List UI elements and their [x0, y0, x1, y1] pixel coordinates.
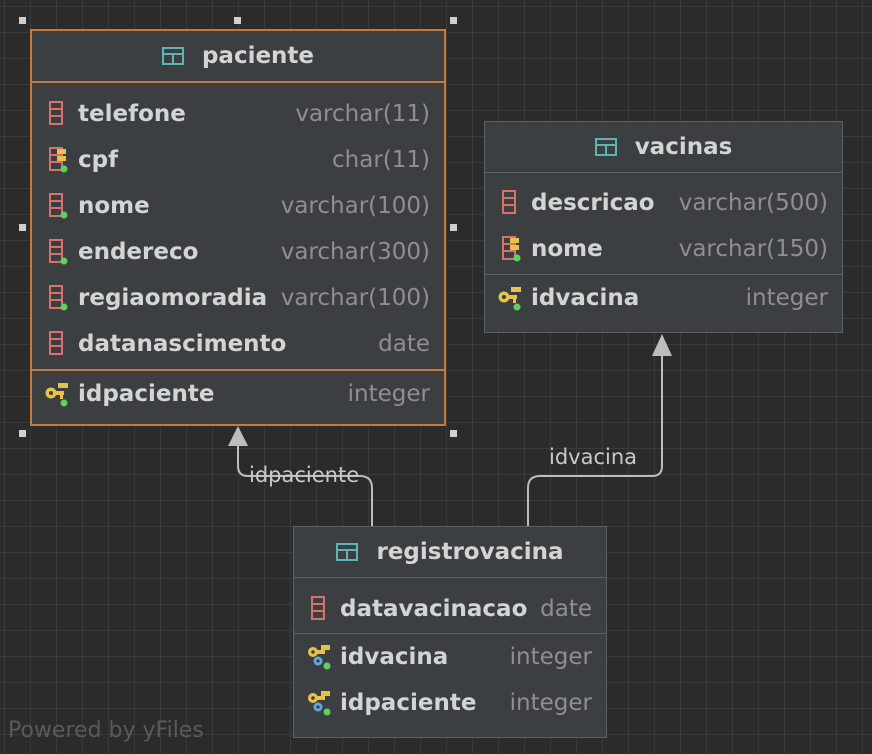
column-type: integer: [347, 381, 430, 407]
edge-idpaciente-arrowhead: [228, 426, 248, 446]
foreign-key-icon: [308, 691, 331, 716]
table-icon: [161, 47, 184, 65]
column-name: nome: [78, 193, 150, 219]
powered-by-watermark: Powered by yFiles: [8, 718, 204, 743]
edge-idvacina[interactable]: [527, 352, 663, 526]
column-name: endereco: [78, 239, 199, 265]
table-vacinas[interactable]: vacinas descricao varchar(500) nome varc…: [484, 121, 843, 333]
edge-label-idpaciente: idpaciente: [249, 463, 360, 487]
edge-label-idvacina: idvacina: [549, 445, 638, 469]
column-row-descricao[interactable]: descricao varchar(500): [485, 180, 842, 226]
primary-key-icon: [45, 383, 68, 407]
column-icon: [502, 190, 516, 214]
table-title: vacinas: [634, 134, 733, 160]
selection-handle[interactable]: [450, 430, 457, 437]
column-type: date: [540, 596, 592, 622]
column-row-regiaomoradia[interactable]: regiaomoradia varchar(100): [32, 275, 444, 321]
edge-idvacina-arrowhead: [652, 334, 672, 356]
table-paciente[interactable]: paciente telefone varchar(11) cpf char(1…: [30, 29, 446, 426]
column-type: varchar(11): [295, 101, 430, 127]
selection-handle[interactable]: [19, 430, 26, 437]
table-icon: [336, 543, 359, 561]
column-type: varchar(100): [280, 193, 430, 219]
selection-handle[interactable]: [450, 224, 457, 231]
column-row-endereco[interactable]: endereco varchar(300): [32, 229, 444, 275]
column-type: char(11): [332, 147, 430, 173]
column-name: datavacinacao: [340, 596, 528, 622]
column-row-cpf[interactable]: cpf char(11): [32, 137, 444, 183]
key-row-idvacina[interactable]: idvacina integer: [485, 275, 842, 321]
selection-handle[interactable]: [19, 224, 26, 231]
column-name: idpaciente: [340, 690, 477, 716]
column-type: varchar(150): [678, 236, 828, 262]
table-icon: [594, 138, 617, 156]
column-name: idvacina: [531, 285, 640, 311]
column-name: regiaomoradia: [78, 285, 268, 311]
selection-handle[interactable]: [234, 17, 241, 24]
column-type: integer: [509, 644, 592, 670]
column-row-nome[interactable]: nome varchar(100): [32, 183, 444, 229]
key-row-idpaciente[interactable]: idpaciente integer: [32, 371, 444, 417]
column-row-datanascimento[interactable]: datanascimento date: [32, 321, 444, 367]
table-header[interactable]: paciente: [32, 31, 444, 83]
index-column-icon: [49, 147, 68, 173]
table-title: paciente: [201, 43, 315, 69]
column-icon: [311, 596, 325, 620]
index-column-icon: [502, 236, 521, 262]
selection-handle[interactable]: [450, 17, 457, 24]
table-header[interactable]: vacinas: [485, 122, 842, 173]
column-name: cpf: [78, 147, 119, 173]
table-title: registrovacina: [376, 539, 564, 565]
column-type: integer: [509, 690, 592, 716]
selection-handle[interactable]: [19, 17, 26, 24]
key-row-idpaciente[interactable]: idpaciente integer: [294, 680, 606, 726]
column-type: date: [378, 331, 430, 357]
column-name: nome: [531, 236, 603, 262]
column-type: varchar(100): [280, 285, 430, 311]
foreign-key-icon: [308, 645, 331, 670]
column-row-nome[interactable]: nome varchar(150): [485, 226, 842, 272]
column-row-telefone[interactable]: telefone varchar(11): [32, 91, 444, 137]
primary-key-icon: [498, 287, 521, 311]
not-null-column-icon: [49, 193, 68, 219]
column-icon: [49, 101, 63, 125]
column-name: datanascimento: [78, 331, 287, 357]
column-name: idpaciente: [78, 381, 215, 407]
column-type: varchar(500): [678, 190, 828, 216]
column-type: integer: [745, 285, 828, 311]
not-null-column-icon: [49, 239, 68, 265]
table-header[interactable]: registrovacina: [294, 527, 606, 578]
column-row-datavacinacao[interactable]: datavacinacao date: [294, 586, 606, 632]
key-row-idvacina[interactable]: idvacina integer: [294, 634, 606, 680]
column-name: telefone: [78, 101, 186, 127]
column-name: idvacina: [340, 644, 449, 670]
table-registrovacina[interactable]: registrovacina datavacinacao date idvaci…: [293, 526, 607, 738]
column-icon: [49, 331, 63, 355]
not-null-column-icon: [49, 285, 68, 311]
column-type: varchar(300): [280, 239, 430, 265]
column-name: descricao: [531, 190, 655, 216]
